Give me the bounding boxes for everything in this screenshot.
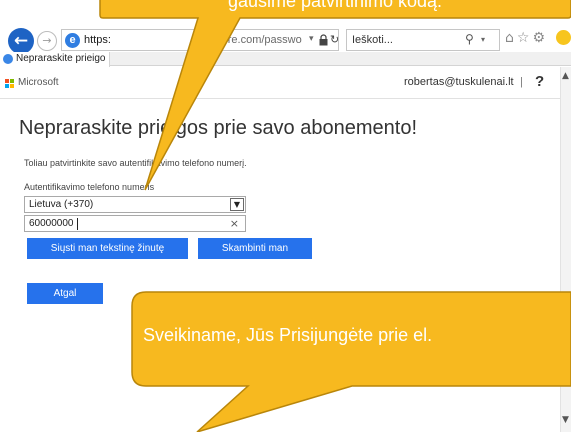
- bottom-callout-text: Sveikiname, Jūs Prisijungėte prie el.: [143, 325, 433, 345]
- top-callout-bubble: [99, 0, 571, 191]
- tutorial-callouts: [99, 0, 571, 432]
- top-callout-text: gausime patvirtinimo kodą.: [227, 0, 443, 11]
- bottom-callout-bubble: [131, 291, 571, 432]
